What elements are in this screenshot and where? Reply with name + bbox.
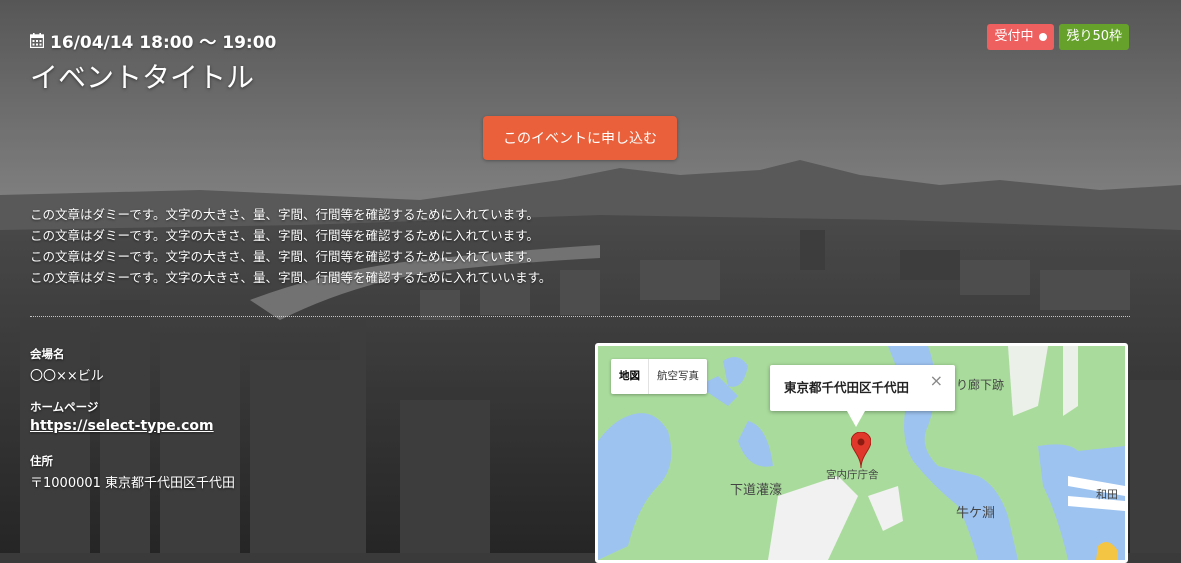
map-info-window: 東京都千代田区千代田 × bbox=[770, 365, 955, 427]
homepage-label: ホームページ bbox=[30, 400, 99, 414]
address-value: 〒1000001 東京都千代田区千代田 bbox=[30, 476, 236, 491]
close-icon[interactable]: × bbox=[930, 373, 943, 389]
description-line: この文章はダミーです。文字の大きさ、量、字間、行間等を確認するために入れています… bbox=[30, 249, 539, 264]
event-datetime-text: 16/04/14 18:00 〜 19:00 bbox=[50, 33, 277, 53]
calendar-icon bbox=[30, 33, 44, 48]
map-label-corridor: り廊下跡 bbox=[956, 378, 1005, 392]
event-title: イベントタイトル bbox=[30, 61, 255, 94]
homepage-section: ホームページ https://select-type.com bbox=[30, 399, 214, 434]
map-label-wada: 和田 bbox=[1096, 488, 1118, 501]
description-line: この文章はダミーです。文字の大きさ、量、字間、行間等を確認するために入れています… bbox=[30, 207, 539, 222]
remaining-slots-badge: 残り50枠 bbox=[1059, 24, 1129, 50]
map-label-shimodoukan: 下道灌濠 bbox=[730, 483, 783, 498]
venue-label: 会場名 bbox=[30, 347, 65, 361]
venue-section: 会場名 〇〇××ビル bbox=[30, 346, 104, 384]
apply-event-button[interactable]: このイベントに申し込む bbox=[483, 116, 677, 160]
status-badge-text: 受付中 bbox=[994, 29, 1034, 44]
info-window-text: 東京都千代田区千代田 bbox=[784, 380, 910, 395]
status-badge-open: 受付中 bbox=[987, 24, 1055, 50]
homepage-link[interactable]: https://select-type.com bbox=[30, 418, 214, 434]
address-label: 住所 bbox=[30, 454, 53, 468]
map-label-ushigafuchi: 牛ケ淵 bbox=[956, 506, 996, 521]
event-description: この文章はダミーです。文字の大きさ、量、字間、行間等を確認するために入れています… bbox=[30, 204, 551, 288]
description-line: この文章はダミーです。文字の大きさ、量、字間、行間等を確認するために入れています… bbox=[30, 228, 539, 243]
section-divider bbox=[30, 316, 1130, 317]
map-pin-icon[interactable] bbox=[850, 431, 872, 472]
dot-icon bbox=[1039, 33, 1048, 41]
tab-map[interactable]: 地図 bbox=[611, 359, 649, 394]
event-datetime: 16/04/14 18:00 〜 19:00 bbox=[30, 28, 276, 53]
map-type-tabs: 地図 航空写真 bbox=[611, 359, 707, 394]
status-badges: 受付中 残り50枠 bbox=[987, 24, 1129, 50]
tab-satellite[interactable]: 航空写真 bbox=[649, 359, 707, 394]
venue-map[interactable]: 地図 航空写真 東京都千代田区千代田 × り廊下跡 下道灌濠 宮内庁庁舎 牛ケ淵… bbox=[595, 343, 1128, 563]
address-section: 住所 〒1000001 東京都千代田区千代田 bbox=[30, 453, 235, 491]
info-window-tail bbox=[847, 411, 865, 427]
description-line: この文章はダミーです。文字の大きさ、量、字間、行間等を確認するために入れていいま… bbox=[30, 270, 552, 285]
venue-value: 〇〇××ビル bbox=[30, 369, 104, 384]
